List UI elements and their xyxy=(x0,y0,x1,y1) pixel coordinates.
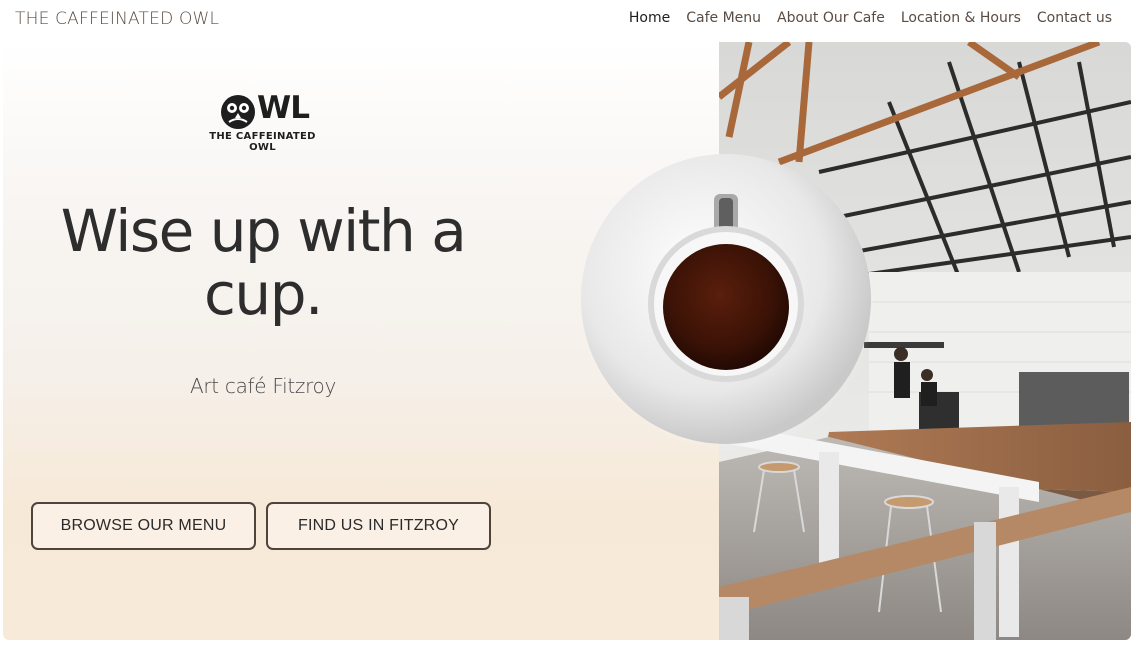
owl-logo[interactable]: WL THE CAFFEINATED OWL xyxy=(195,88,330,153)
nav-contact[interactable]: Contact us xyxy=(1037,10,1112,26)
nav-location-hours[interactable]: Location & Hours xyxy=(901,10,1021,26)
logo-wordmark: WL xyxy=(257,90,310,126)
nav-home[interactable]: Home xyxy=(629,10,670,26)
hero-headline: Wise up with a cup. xyxy=(33,200,493,326)
find-us-button[interactable]: FIND US IN FITZROY xyxy=(266,502,491,550)
nav-about[interactable]: About Our Cafe xyxy=(777,10,885,26)
nav-cafe-menu[interactable]: Cafe Menu xyxy=(686,10,761,26)
logo-subtitle: THE CAFFEINATED OWL xyxy=(209,131,316,153)
owl-logo-icon xyxy=(221,95,255,129)
browse-menu-button[interactable]: BROWSE OUR MENU xyxy=(31,502,256,550)
brand-name[interactable]: THE CAFFEINATED OWL xyxy=(15,9,219,29)
main-nav: Home Cafe Menu About Our Cafe Location &… xyxy=(629,10,1112,26)
top-bar: THE CAFFEINATED OWL Home Cafe Menu About… xyxy=(0,0,1136,40)
hero-subheadline: Art café Fitzroy xyxy=(189,374,337,398)
headline-line-1: Wise up with a xyxy=(60,197,467,265)
headline-line-2: cup. xyxy=(204,260,323,328)
hero-section: WL THE CAFFEINATED OWL Wise up with a cu… xyxy=(3,42,1131,640)
coffee-cup-image xyxy=(578,154,876,452)
